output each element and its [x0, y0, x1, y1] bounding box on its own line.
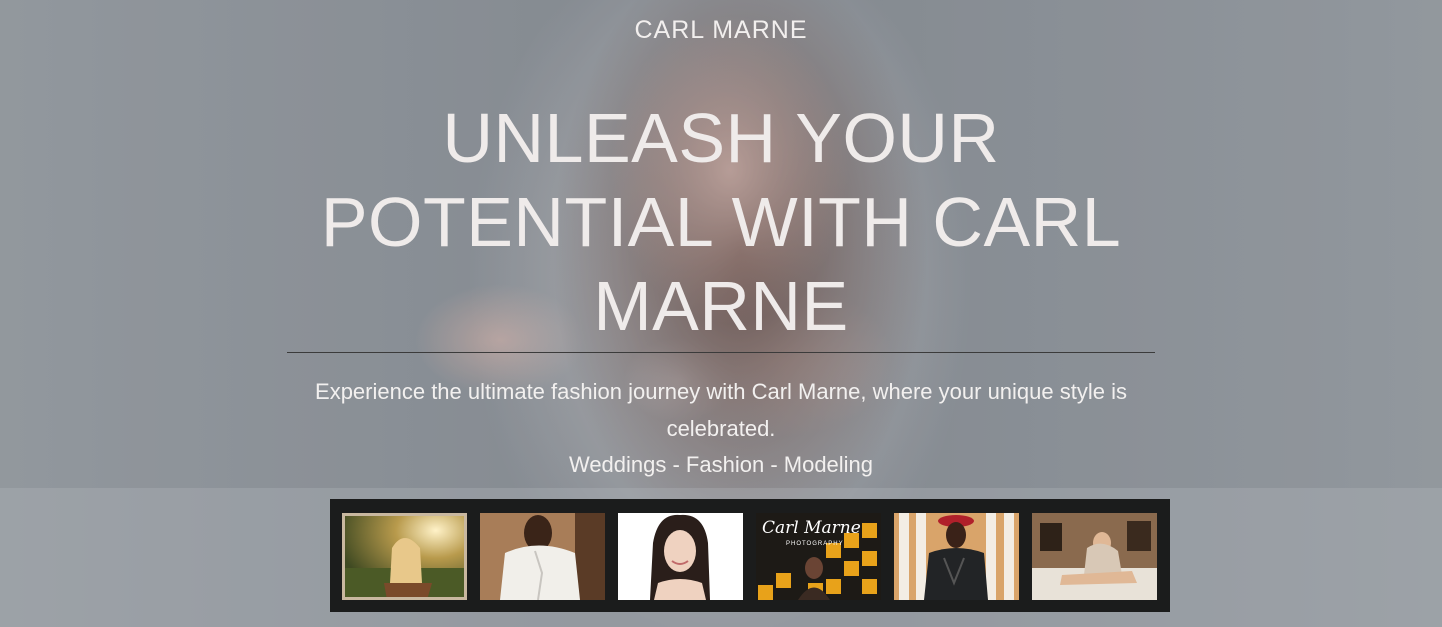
thumb-4-image: Carl Marne PHOTOGRAPHY [756, 513, 881, 600]
brand-name[interactable]: CARL MARNE [0, 16, 1442, 45]
thumb-5-image [894, 513, 1019, 600]
gallery-thumb-3[interactable] [618, 513, 743, 600]
gallery-thumb-6[interactable] [1032, 513, 1157, 600]
thumb-2-image [480, 513, 605, 600]
hero-tagline: Experience the ultimate fashion journey … [315, 379, 1127, 441]
thumb-1-image [342, 513, 467, 600]
hero-divider [287, 352, 1155, 353]
gallery-thumb-5[interactable] [894, 513, 1019, 600]
thumb-6-image [1032, 513, 1157, 600]
hero-headline: UNLEASH YOUR POTENTIAL WITH CARL MARNE [320, 99, 1122, 345]
gallery-thumb-4[interactable]: Carl Marne PHOTOGRAPHY [756, 513, 881, 600]
gallery-thumb-2[interactable] [480, 513, 605, 600]
thumb-4-logo-text: Carl Marne [762, 518, 861, 538]
thumb-4-logo-subtext: PHOTOGRAPHY [786, 541, 844, 547]
thumbnail-gallery: Carl Marne PHOTOGRAPHY [330, 499, 1170, 612]
page: CARL MARNE UNLEASH YOUR POTENTIAL WITH C… [0, 0, 1442, 627]
gallery-thumb-1[interactable] [342, 513, 467, 600]
hero-services: Weddings - Fashion - Modeling [568, 452, 874, 477]
thumb-3-image [618, 513, 743, 600]
